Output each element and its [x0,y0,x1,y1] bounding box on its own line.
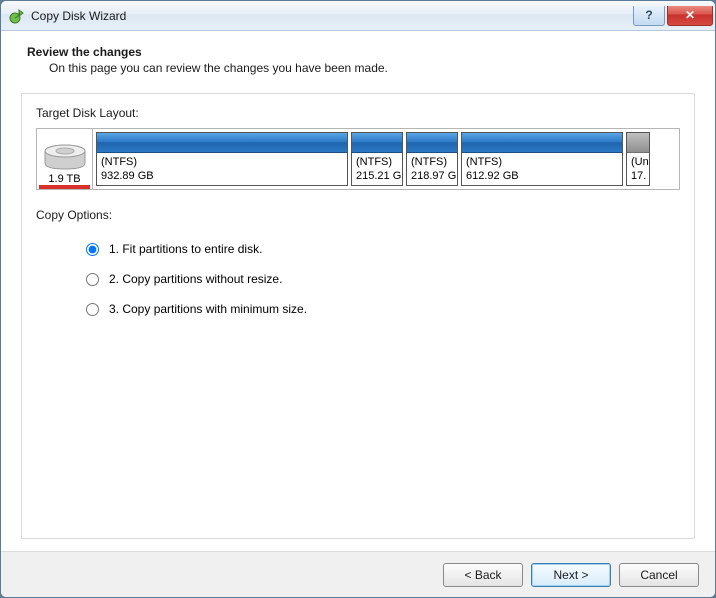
partition-stripe [352,133,402,153]
copy-option[interactable]: 3. Copy partitions with minimum size. [86,302,680,316]
partition[interactable]: (NTFS)932.89 GB [96,132,348,186]
partition-size: 215.21 G [356,169,398,183]
partition-fs: (Un [631,155,645,169]
partition-size: 612.92 GB [466,169,618,183]
copy-option-radio[interactable] [86,273,99,286]
close-button[interactable]: ✕ [667,6,713,26]
partition-label: (NTFS)612.92 GB [462,153,622,185]
partition-label: (Un17. [627,153,649,185]
main-panel: Target Disk Layout: 1.9 TB (NTFS)932.89 … [21,93,695,539]
partition-fs: (NTFS) [356,155,398,169]
disk-usage-bar [39,185,90,189]
copy-option-radio[interactable] [86,243,99,256]
copy-options-section: Copy Options: 1. Fit partitions to entir… [36,208,680,316]
copy-option-text: 1. Fit partitions to entire disk. [109,242,262,256]
page-subheading: On this page you can review the changes … [21,61,695,75]
partition-label: (NTFS)932.89 GB [97,153,347,185]
partition[interactable]: (Un17. [626,132,650,186]
disk-icon-cell: 1.9 TB [37,129,93,189]
disk-capacity: 1.9 TB [39,173,90,185]
partition-label: (NTFS)215.21 G [352,153,402,185]
layout-label: Target Disk Layout: [36,106,680,120]
partition-fs: (NTFS) [411,155,453,169]
app-icon [9,8,25,24]
copy-option-text: 2. Copy partitions without resize. [109,272,282,286]
partition-label: (NTFS)218.97 GI [407,153,457,185]
partition-size: 218.97 GI [411,169,453,183]
cancel-button[interactable]: Cancel [619,563,699,587]
back-button[interactable]: < Back [443,563,523,587]
options-list: 1. Fit partitions to entire disk. 2. Copy… [36,230,680,316]
hard-disk-icon [43,143,87,173]
copy-options-label: Copy Options: [36,208,680,222]
page-heading: Review the changes [21,45,695,59]
copy-option-text: 3. Copy partitions with minimum size. [109,302,307,316]
copy-option-radio[interactable] [86,303,99,316]
partition[interactable]: (NTFS)215.21 G [351,132,403,186]
partition-fs: (NTFS) [466,155,618,169]
partition-stripe [97,133,347,153]
footer: < Back Next > Cancel [1,551,715,597]
copy-option[interactable]: 2. Copy partitions without resize. [86,272,680,286]
wizard-window: Copy Disk Wizard ? ✕ Review the changes … [0,0,716,598]
window-buttons: ? ✕ [631,6,713,26]
partition-strip: (NTFS)932.89 GB(NTFS)215.21 G(NTFS)218.9… [93,129,679,189]
partition-stripe [407,133,457,153]
partition[interactable]: (NTFS)218.97 GI [406,132,458,186]
next-button[interactable]: Next > [531,563,611,587]
partition-stripe [462,133,622,153]
content-area: Review the changes On this page you can … [1,31,715,551]
partition-size: 932.89 GB [101,169,343,183]
titlebar[interactable]: Copy Disk Wizard ? ✕ [1,1,715,31]
help-button[interactable]: ? [633,6,665,26]
partition-fs: (NTFS) [101,155,343,169]
partition[interactable]: (NTFS)612.92 GB [461,132,623,186]
disk-layout: 1.9 TB (NTFS)932.89 GB(NTFS)215.21 G(NTF… [36,128,680,190]
partition-stripe [627,133,649,153]
partition-size: 17. [631,169,645,183]
window-title: Copy Disk Wizard [31,9,631,23]
copy-option[interactable]: 1. Fit partitions to entire disk. [86,242,680,256]
